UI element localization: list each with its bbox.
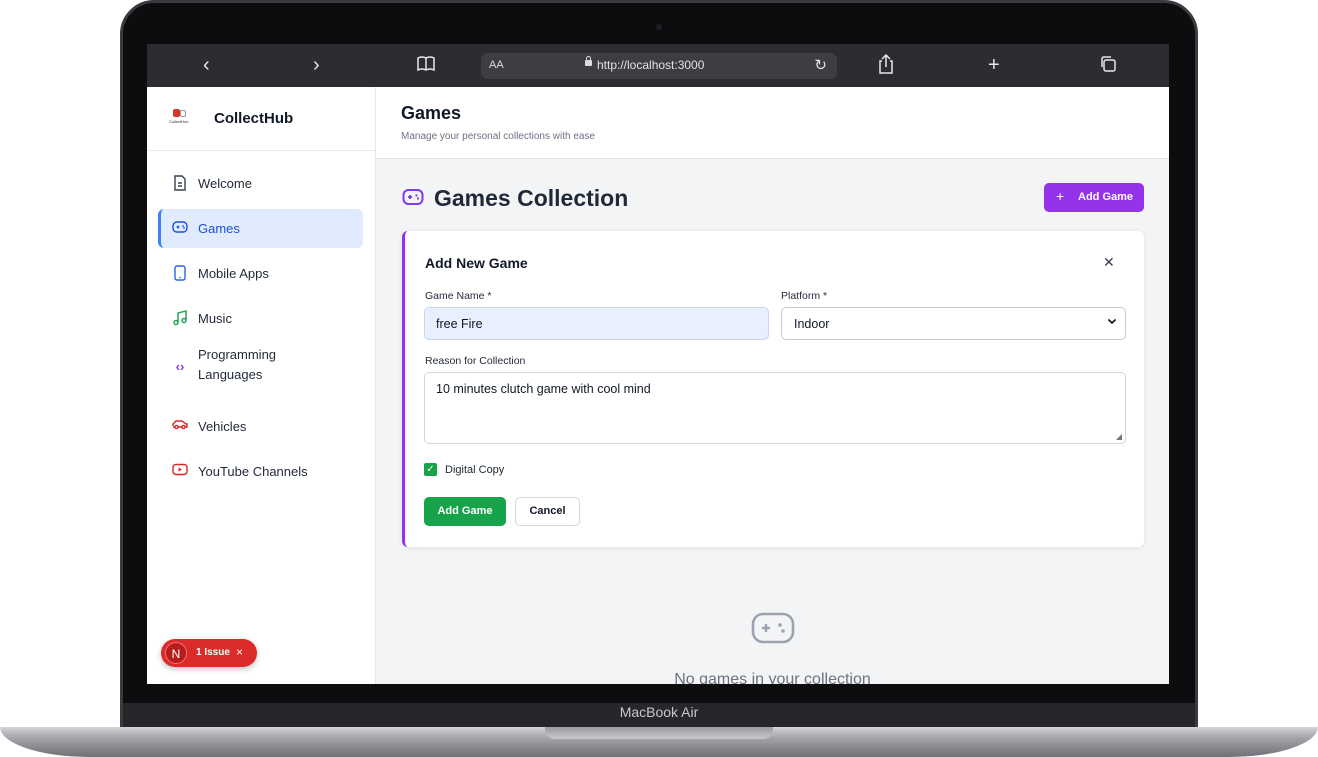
- lock-icon: [585, 56, 592, 66]
- gamepad-icon: [402, 188, 424, 210]
- digital-copy-label: Digital Copy: [445, 464, 505, 476]
- text-size-button[interactable]: AA: [489, 59, 504, 71]
- sidebar-item-label: Music: [198, 311, 232, 326]
- game-name-field[interactable]: free Fire: [424, 307, 769, 340]
- sidebar-item-vehicles[interactable]: Vehicles: [158, 407, 363, 446]
- sidebar-item-programming-languages[interactable]: ‹› Programming Languages: [158, 344, 363, 390]
- page-subtitle: Manage your personal collections with ea…: [401, 131, 595, 142]
- new-tab-icon[interactable]: +: [988, 53, 1000, 77]
- car-icon: [172, 418, 188, 434]
- empty-state-text: No games in your collection: [674, 671, 871, 684]
- cancel-button[interactable]: Cancel: [515, 497, 580, 526]
- bookmarks-icon[interactable]: [416, 55, 436, 79]
- camera: [656, 24, 662, 30]
- sidebar-item-welcome[interactable]: Welcome: [158, 164, 363, 203]
- page-header: Games Manage your personal collections w…: [376, 87, 1169, 159]
- browser-toolbar: ‹ › AA http://localhost:3000 ↻ +: [147, 44, 1169, 87]
- sidebar-item-label: Vehicles: [198, 419, 247, 434]
- close-icon[interactable]: ×: [236, 645, 243, 659]
- issue-count: 1 Issue: [196, 647, 230, 658]
- resize-handle-icon[interactable]: ◢: [1116, 432, 1122, 441]
- sidebar-item-label: Programming Languages: [198, 347, 277, 382]
- device-label: MacBook Air: [619, 704, 699, 720]
- sidebar-item-mobile-apps[interactable]: Mobile Apps: [158, 254, 363, 293]
- music-icon: [172, 310, 188, 326]
- sidebar-item-youtube-channels[interactable]: YouTube Channels: [158, 452, 363, 491]
- sidebar: CollectHub CollectHub Welcome Games Mobi…: [147, 87, 376, 684]
- chevron-down-icon: [1107, 316, 1117, 329]
- gamepad-icon: [750, 611, 796, 645]
- brand-logo: CollectHub: [169, 109, 191, 125]
- code-icon: ‹›: [175, 359, 185, 374]
- sidebar-item-games[interactable]: Games: [158, 209, 363, 248]
- platform-select[interactable]: Indoor: [781, 307, 1126, 340]
- digital-copy-checkbox[interactable]: ✓: [424, 463, 437, 476]
- sidebar-item-label: YouTube Channels: [198, 464, 308, 479]
- brand-name: CollectHub: [214, 110, 294, 127]
- laptop-notch: [545, 727, 773, 739]
- reason-label: Reason for Collection: [425, 355, 526, 367]
- share-icon[interactable]: [878, 53, 894, 80]
- browser-screen: ‹ › AA http://localhost:3000 ↻ + Collect…: [147, 44, 1169, 684]
- back-icon[interactable]: ‹: [203, 53, 210, 77]
- plus-icon: +: [1056, 188, 1065, 204]
- reload-icon[interactable]: ↻: [814, 56, 827, 74]
- sidebar-item-label: Games: [198, 221, 240, 236]
- game-name-label: Game Name *: [425, 290, 492, 302]
- nextjs-logo-icon: N: [165, 642, 187, 664]
- submit-add-game-button[interactable]: Add Game: [424, 497, 506, 526]
- close-icon[interactable]: ✕: [1103, 254, 1115, 271]
- url-text: http://localhost:3000: [597, 58, 705, 72]
- section-title: Games Collection: [434, 185, 629, 211]
- smartphone-icon: [172, 265, 188, 281]
- document-icon: [172, 175, 188, 191]
- youtube-icon: [172, 463, 188, 479]
- sidebar-item-label: Mobile Apps: [198, 266, 269, 281]
- platform-label: Platform *: [781, 290, 828, 302]
- form-title: Add New Game: [425, 255, 528, 271]
- issue-badge[interactable]: N 1 Issue ×: [161, 639, 257, 667]
- gamepad-icon: [172, 220, 188, 236]
- sidebar-item-label: Welcome: [198, 176, 252, 191]
- reason-textarea[interactable]: 10 minutes clutch game with cool mind ◢: [424, 372, 1126, 444]
- address-bar[interactable]: AA http://localhost:3000 ↻: [481, 53, 837, 79]
- add-game-button[interactable]: + Add Game: [1044, 183, 1144, 212]
- page-title: Games: [401, 103, 462, 123]
- tabs-icon[interactable]: [1099, 55, 1117, 79]
- sidebar-item-music[interactable]: Music: [158, 299, 363, 338]
- forward-icon[interactable]: ›: [313, 53, 320, 77]
- add-game-form: Add New Game ✕ Game Name * free Fire Pla…: [402, 231, 1144, 547]
- brand[interactable]: CollectHub CollectHub: [147, 87, 375, 151]
